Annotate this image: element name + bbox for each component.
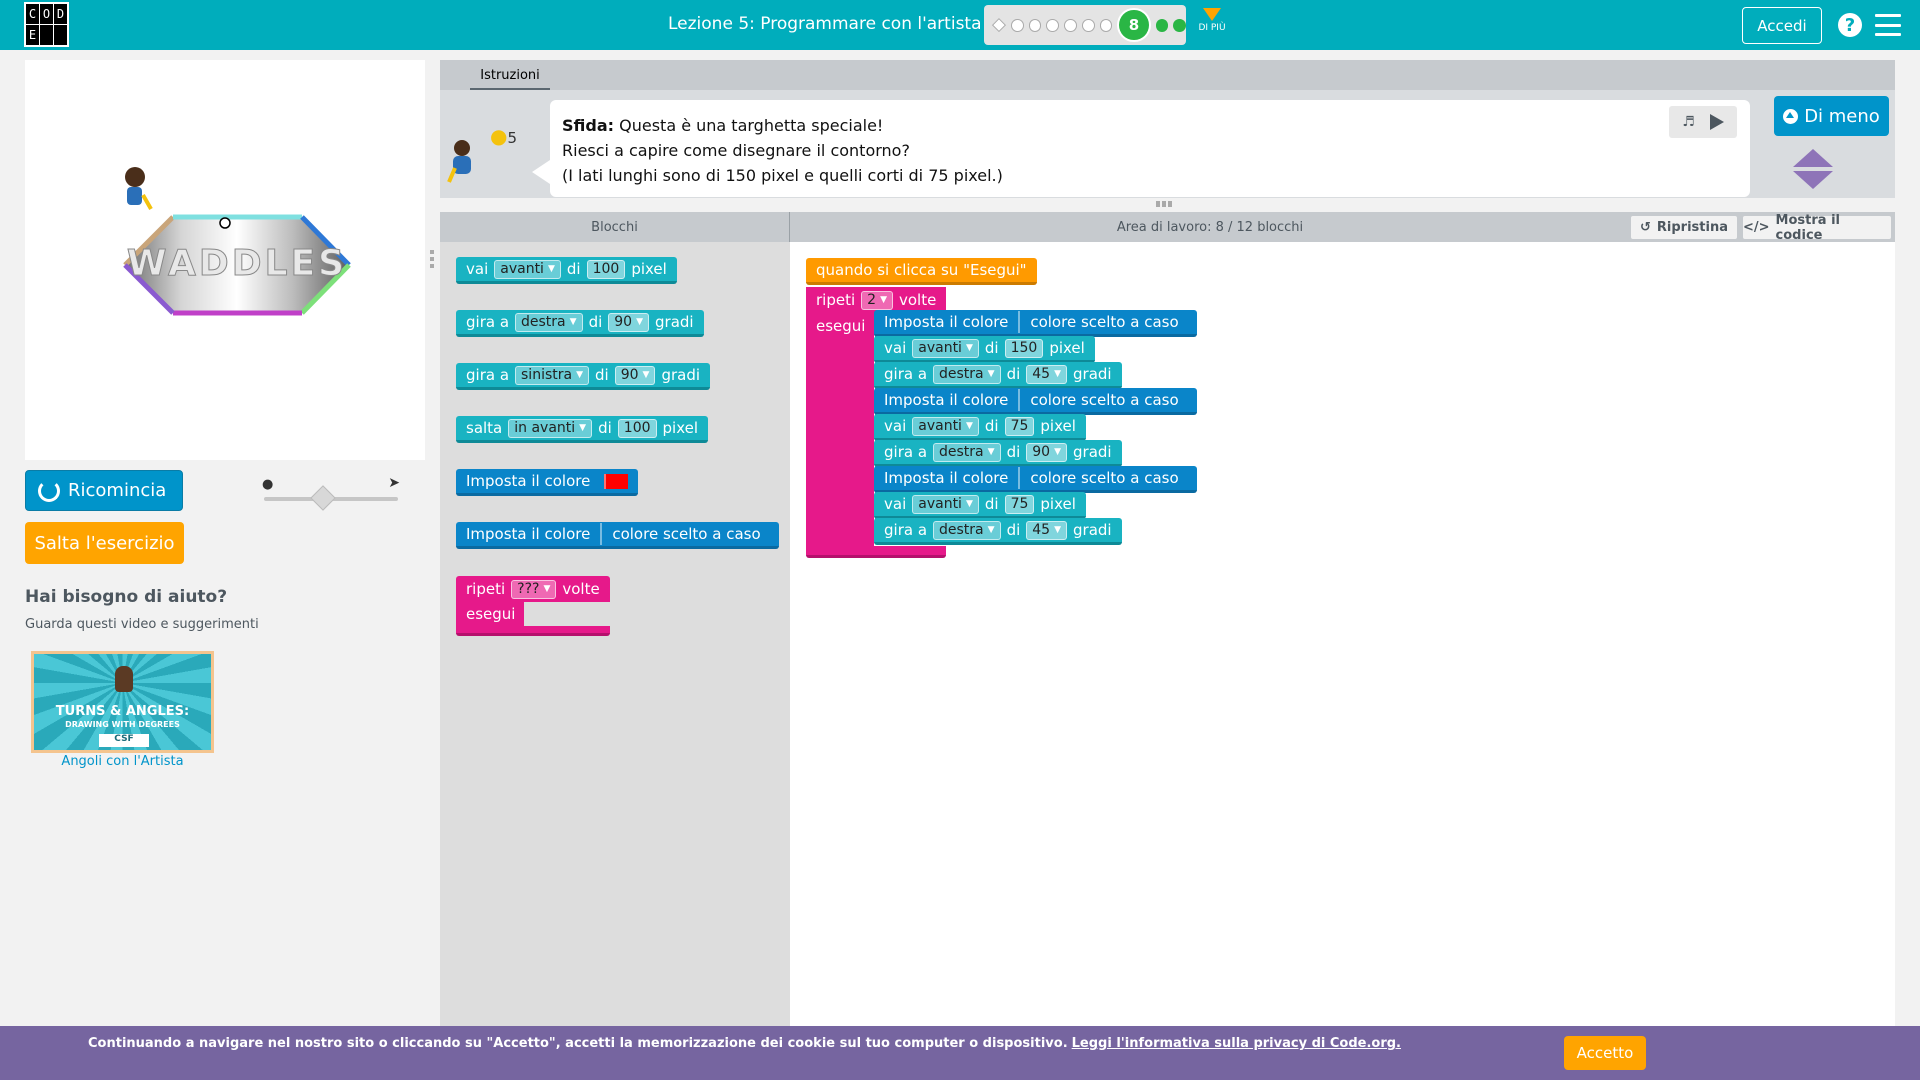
cookie-accept-button[interactable]: Accetto [1564, 1036, 1646, 1070]
turn-block[interactable]: gira a destra ▼ di 45 ▼ gradi [874, 362, 1122, 389]
cookie-message: Continuando a navigare nel nostro sito o… [88, 1036, 1068, 1051]
tab-instructions[interactable]: Istruzioni [470, 63, 550, 90]
logo-letter: O [40, 4, 53, 24]
code-icon: </> [1743, 220, 1770, 235]
sign-text: WADDLES [127, 243, 347, 284]
logo-letter: D [54, 4, 67, 24]
audio-controls: ♬ [1669, 106, 1737, 138]
set-random-color-block[interactable]: Imposta il colore colore scelto a caso [874, 310, 1197, 337]
progress-dot[interactable] [1064, 18, 1077, 32]
progress-current-puzzle[interactable]: 8 [1117, 8, 1151, 42]
sign-in-button[interactable]: Accedi [1742, 7, 1822, 44]
hint-count: 5 [507, 129, 517, 147]
restore-label: Ripristina [1656, 220, 1728, 235]
progress-assessment-dot[interactable] [991, 17, 1006, 33]
toolbox-turn-left-block[interactable]: gira a sinistra ▼ di 90 ▼ gradi [456, 363, 711, 390]
toolbox-splitter[interactable] [430, 250, 434, 270]
reset-label: Ricomincia [68, 480, 167, 501]
lesson-title[interactable]: Lezione 5: Programmare con l'artista [668, 14, 982, 34]
instruction-line: Riesci a capire come disegnare il contor… [562, 141, 910, 160]
logo-letter [40, 25, 53, 45]
logo-letter: C [26, 4, 39, 24]
restore-button[interactable]: ↺ Ripristina [1630, 215, 1738, 240]
toolbox-random-color-block[interactable]: Imposta il colore colore scelto a caso [456, 522, 779, 549]
privacy-policy-link[interactable]: Leggi l'informativa sulla privacy di Cod… [1072, 1036, 1401, 1051]
challenge-label: Sfida: [562, 116, 615, 135]
video-badge: CSF [99, 734, 149, 747]
turn-block[interactable]: gira a destra ▼ di 45 ▼ gradi [874, 518, 1122, 545]
artist-character [125, 167, 153, 210]
progress-dot[interactable] [1028, 18, 1042, 32]
toolbox-repeat-block[interactable]: ripeti ??? ▼ volte esegui [456, 576, 610, 638]
video-title-line2: DRAWING WITH DEGREES [65, 720, 180, 729]
toolbox-move-block[interactable]: vai avanti ▼ di 100 pixel [456, 257, 677, 284]
toolbox-title: Blocchi [440, 212, 790, 242]
artist-drawing: WADDLES [123, 167, 351, 316]
toolbox-jump-block[interactable]: salta in avanti ▼ di 100 pixel [456, 416, 709, 443]
show-code-button[interactable]: </> Mostra il codice [1742, 212, 1892, 243]
turn-block[interactable]: gira a destra ▼ di 90 ▼ gradi [874, 440, 1122, 467]
video-thumbnail[interactable]: TURNS & ANGLES: DRAWING WITH DEGREES CSF [31, 651, 214, 753]
progress-dot-done[interactable] [1155, 18, 1169, 32]
resize-handle-icon[interactable] [1793, 149, 1833, 189]
artist-avatar-icon [447, 140, 471, 183]
help-icon[interactable]: ? [1838, 13, 1862, 37]
set-random-color-block[interactable]: Imposta il colore colore scelto a caso [874, 388, 1197, 415]
undo-icon: ↺ [1640, 220, 1651, 235]
logo-letter: E [26, 25, 39, 45]
reset-icon [38, 479, 60, 502]
logo-letter [54, 25, 67, 45]
instructions-tabbar [440, 60, 1895, 90]
skip-exercise-button[interactable]: Salta l'esercizio [25, 522, 184, 564]
lesson-progress: 8 [984, 5, 1187, 45]
instructions-bubble: Sfida: Questa è una targhetta speciale! … [532, 100, 1750, 197]
speed-slider-thumb[interactable] [309, 485, 336, 511]
video-title-line1: TURNS & ANGLES: [55, 704, 190, 719]
instruction-line: Questa è una targhetta speciale! [619, 116, 884, 135]
hamburger-menu-icon[interactable] [1875, 14, 1901, 36]
show-less-button[interactable]: Di meno [1774, 96, 1889, 136]
hint-lightbulb-icon[interactable]: ●5 [490, 124, 522, 152]
toolbox-set-color-block[interactable]: Imposta il colore [456, 469, 639, 496]
reset-button[interactable]: Ricomincia [25, 470, 183, 511]
artist-figure-icon [115, 666, 133, 692]
set-random-color-block[interactable]: Imposta il colore colore scelto a caso [874, 466, 1197, 493]
video-link[interactable]: Angoli con l'Artista [31, 754, 214, 769]
help-subheading: Guarda questi video e suggerimenti [25, 617, 259, 632]
splitter-grip[interactable] [1156, 201, 1176, 207]
speaker-icon[interactable]: ♬ [1682, 114, 1695, 130]
progress-dot[interactable] [1081, 18, 1095, 32]
turtle-icon: ● [262, 477, 274, 492]
speed-slider[interactable]: ● ➤ [262, 475, 400, 511]
progress-dot[interactable] [1010, 18, 1024, 32]
workspace-title: Area di lavoro: 8 / 12 blocchi [1116, 219, 1304, 235]
move-block[interactable]: vai avanti ▼ di 75 pixel [874, 414, 1086, 441]
cookie-text: Continuando a navigare nel nostro sito o… [88, 1036, 1401, 1051]
show-less-label: Di meno [1804, 105, 1880, 127]
triangle-down-icon [1203, 8, 1221, 21]
more-button[interactable]: DI PIÙ [1194, 8, 1230, 33]
chevron-up-icon [1783, 108, 1799, 124]
move-block[interactable]: vai avanti ▼ di 150 pixel [874, 336, 1095, 363]
progress-dot[interactable] [1099, 18, 1113, 32]
color-swatch[interactable] [604, 473, 629, 489]
progress-dot-done[interactable] [1173, 18, 1187, 32]
rabbit-icon: ➤ [388, 475, 400, 491]
play-icon[interactable] [1709, 114, 1724, 130]
artist-canvas: WADDLES [25, 60, 425, 460]
more-label: DI PIÙ [1198, 23, 1226, 33]
instruction-line: (I lati lunghi sono di 150 pixel e quell… [562, 166, 1003, 185]
move-block[interactable]: vai avanti ▼ di 75 pixel [874, 492, 1086, 519]
when-run-block[interactable]: quando si clicca su "Esegui" [806, 258, 1037, 285]
show-code-label: Mostra il codice [1775, 212, 1840, 243]
toolbox-turn-right-block[interactable]: gira a destra ▼ di 90 ▼ gradi [456, 310, 704, 337]
progress-dot[interactable] [1046, 18, 1060, 32]
help-heading: Hai bisogno di aiuto? [25, 587, 228, 607]
code-org-logo[interactable]: C O D E [24, 2, 69, 47]
